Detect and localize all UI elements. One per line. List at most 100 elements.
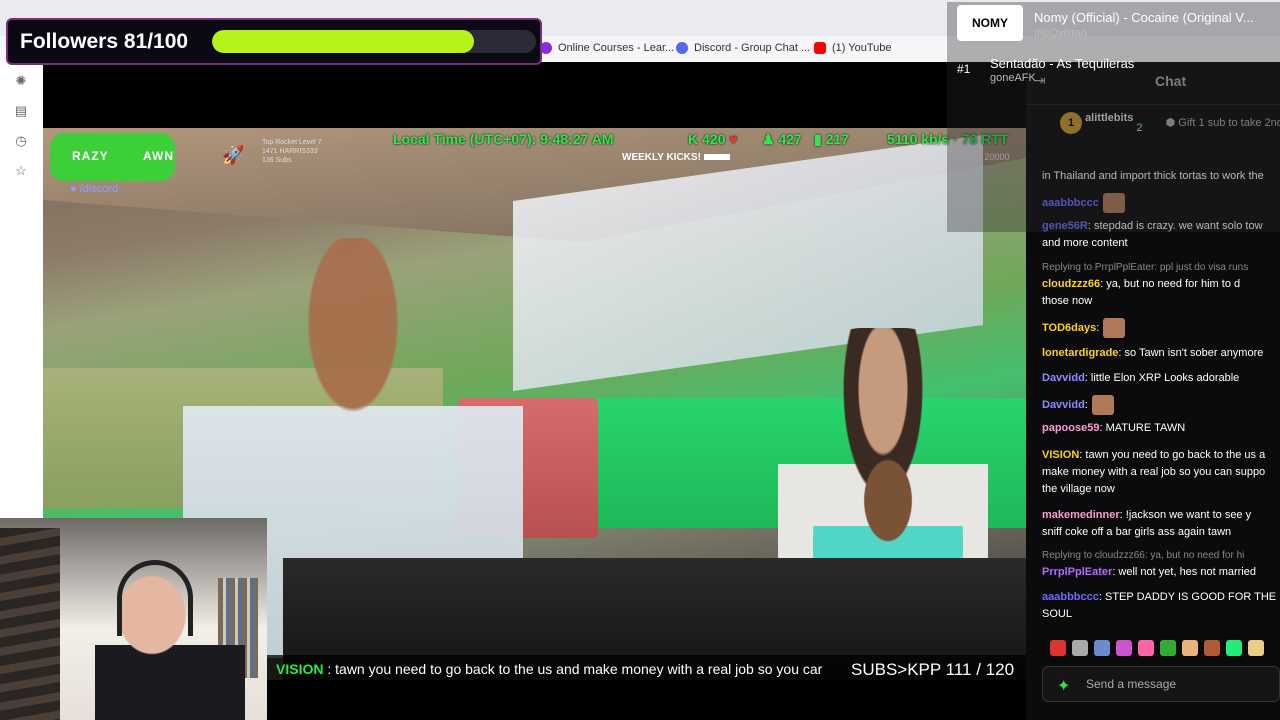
bookmark-online-courses[interactable]: Online Courses - Lear... [540,42,674,54]
bookmark-label: (1) YouTube [832,42,892,54]
heart-icon: ♥ [729,131,738,147]
discord-tag: ● /discord [70,183,118,195]
person-icon: ♟ [762,131,775,147]
kicks-value: 420 [702,131,726,147]
signal-count: ▮ 217 [814,131,849,148]
chat-message: Davvidd: little Elon XRP Looks adorable [1042,370,1280,387]
history-icon[interactable]: ◷ [14,134,28,148]
chat-message: the village now [1042,481,1280,498]
next-song-title: Sentadão - As Tequileras [990,56,1135,71]
chat-text: and more content [1042,237,1128,249]
chat-message: PrrplPplEater: well not yet, hes not mar… [1042,564,1280,581]
kick-k-icon: K [688,131,699,147]
album-art: NOMY [957,5,1023,41]
bookmark-youtube[interactable]: (1) YouTube [814,42,892,54]
chat-text: : ya, but no need for him to d [1100,278,1241,290]
chat-username[interactable]: papoose59 [1042,422,1099,434]
chat-reply-context: Replying to PrrplPplEater: ppl just do v… [1042,262,1249,273]
archive-icon[interactable]: ▤ [14,104,28,118]
weekly-kicks-label: WEEKLY KICKS! [622,152,701,163]
logo-text-left: RAZY [72,149,109,163]
headset-icon [117,560,193,636]
chat-text: sniff coke off a bar girls ass again taw… [1042,526,1232,538]
chat-username[interactable]: lonetardigrade [1042,347,1118,359]
emote-icon[interactable] [1204,640,1220,656]
chat-username[interactable]: TOD6days [1042,322,1096,334]
rocket-icon: 🚀 [222,145,245,165]
bookmark-label: Online Courses - Lear... [558,42,675,54]
chat-username[interactable]: PrrplPplEater [1042,566,1112,578]
chat-text: : STEP DADDY IS GOOD FOR THE [1098,591,1277,603]
bookmark-discord[interactable]: Discord - Group Chat ... [676,42,810,54]
emote-icon[interactable] [1248,640,1264,656]
emote-icon[interactable] [1160,640,1176,656]
player-top-bar [43,62,1026,128]
emote-icon[interactable] [1050,640,1066,656]
chat-text: make money with a real job so you can su… [1042,466,1266,478]
chat-message: makemedinner: !jackson we want to see y [1042,507,1280,524]
openai-icon[interactable]: ✺ [14,74,28,88]
staircase [0,528,60,720]
emote-icon [1091,395,1114,415]
chat-message: lonetardigrade: so Tawn isn't sober anym… [1042,345,1280,362]
emote-icon[interactable] [1226,640,1242,656]
webcam-overlay [0,518,267,720]
song-artist: moQvistan [1034,27,1087,39]
viewer-count: ♟ 427 [762,131,802,148]
weekly-kicks: WEEKLY KICKS! [622,152,730,163]
chat-username[interactable]: cloudzzz66 [1042,278,1100,290]
chat-username[interactable]: makemedinner [1042,509,1120,521]
player-bottom-bar [267,683,1026,720]
emote-icon[interactable] [1138,640,1154,656]
logo-text-right: AWN [143,149,174,163]
ticker-text: : tawn you need to go back to the us and… [323,661,823,677]
followers-goal-overlay: Followers 81/100 [6,18,542,65]
chat-text: : [1084,398,1088,411]
emote-icon[interactable] [1094,640,1110,656]
followers-label: Followers 81/100 [20,30,189,53]
chat-username[interactable]: Davvidd [1042,372,1085,384]
emote-bar[interactable] [1050,640,1280,662]
chat-message: cloudzzz66: ya, but no need for him to d [1042,276,1280,293]
left-sidebar: ✺ ▤ ◷ ☆ [0,62,43,518]
queue-rank: #1 [957,62,971,76]
weekly-kicks-bar [703,154,730,161]
song-title: Nomy (Official) - Cocaine (Original V... [1034,10,1254,25]
chat-username[interactable]: Davvidd [1042,399,1085,411]
ticker-username: VISION [276,661,324,677]
chat-message: make money with a real job so you can su… [1042,464,1280,481]
chat-reply-context: Replying to cloudzzz66: ya, but no need … [1042,550,1245,561]
chat-message: Davvidd: [1042,395,1280,415]
emote-icon[interactable] [1072,640,1088,656]
chat-input-placeholder: Send a message [1086,677,1177,691]
chat-text: : !jackson we want to see y [1119,509,1252,521]
chat-message: SOUL [1042,606,1280,623]
bars-icon: ▮ [814,131,822,147]
chat-username[interactable]: aaabbbccc [1042,591,1099,603]
chat-text: : well not yet, hes not married [1112,566,1256,578]
discord-text: /discord [79,183,119,195]
chat-input[interactable]: ✦ Send a message [1042,666,1280,702]
chat-text: those now [1042,295,1093,307]
subs-goal: SUBS>KPP 111 / 120 [851,660,1015,679]
star-icon[interactable]: ☆ [14,164,28,178]
emote-icon[interactable] [1182,640,1198,656]
emote-icon[interactable] [1116,640,1132,656]
chat-message: sniff coke off a bar girls ass again taw… [1042,524,1280,541]
chat-text: : [1096,321,1100,334]
chat-message: aaabbbccc: STEP DADDY IS GOOD FOR THE [1042,589,1280,606]
chat-text: : so Tawn isn't sober anymore [1118,347,1264,359]
chat-message: VISION: tawn you need to go back to the … [1042,447,1280,464]
top-rocket-text: Top Rocket Level 7 1471 HARRIS333 136 Su… [262,139,322,164]
discord-icon [676,42,688,54]
bookmark-label: Discord - Group Chat ... [694,42,811,54]
youtube-icon [814,42,826,54]
kicks-count: K 420 ♥ [688,131,738,147]
followers-progress-track [212,30,536,53]
chat-username[interactable]: VISION [1042,449,1079,461]
chat-text: : little Elon XRP Looks adorable [1084,372,1240,384]
bars-value: 217 [825,131,849,147]
chat-text: SOUL [1042,608,1072,620]
chat-text: : MATURE TAWN [1099,422,1186,434]
chat-message: papoose59: MATURE TAWN [1042,420,1280,437]
